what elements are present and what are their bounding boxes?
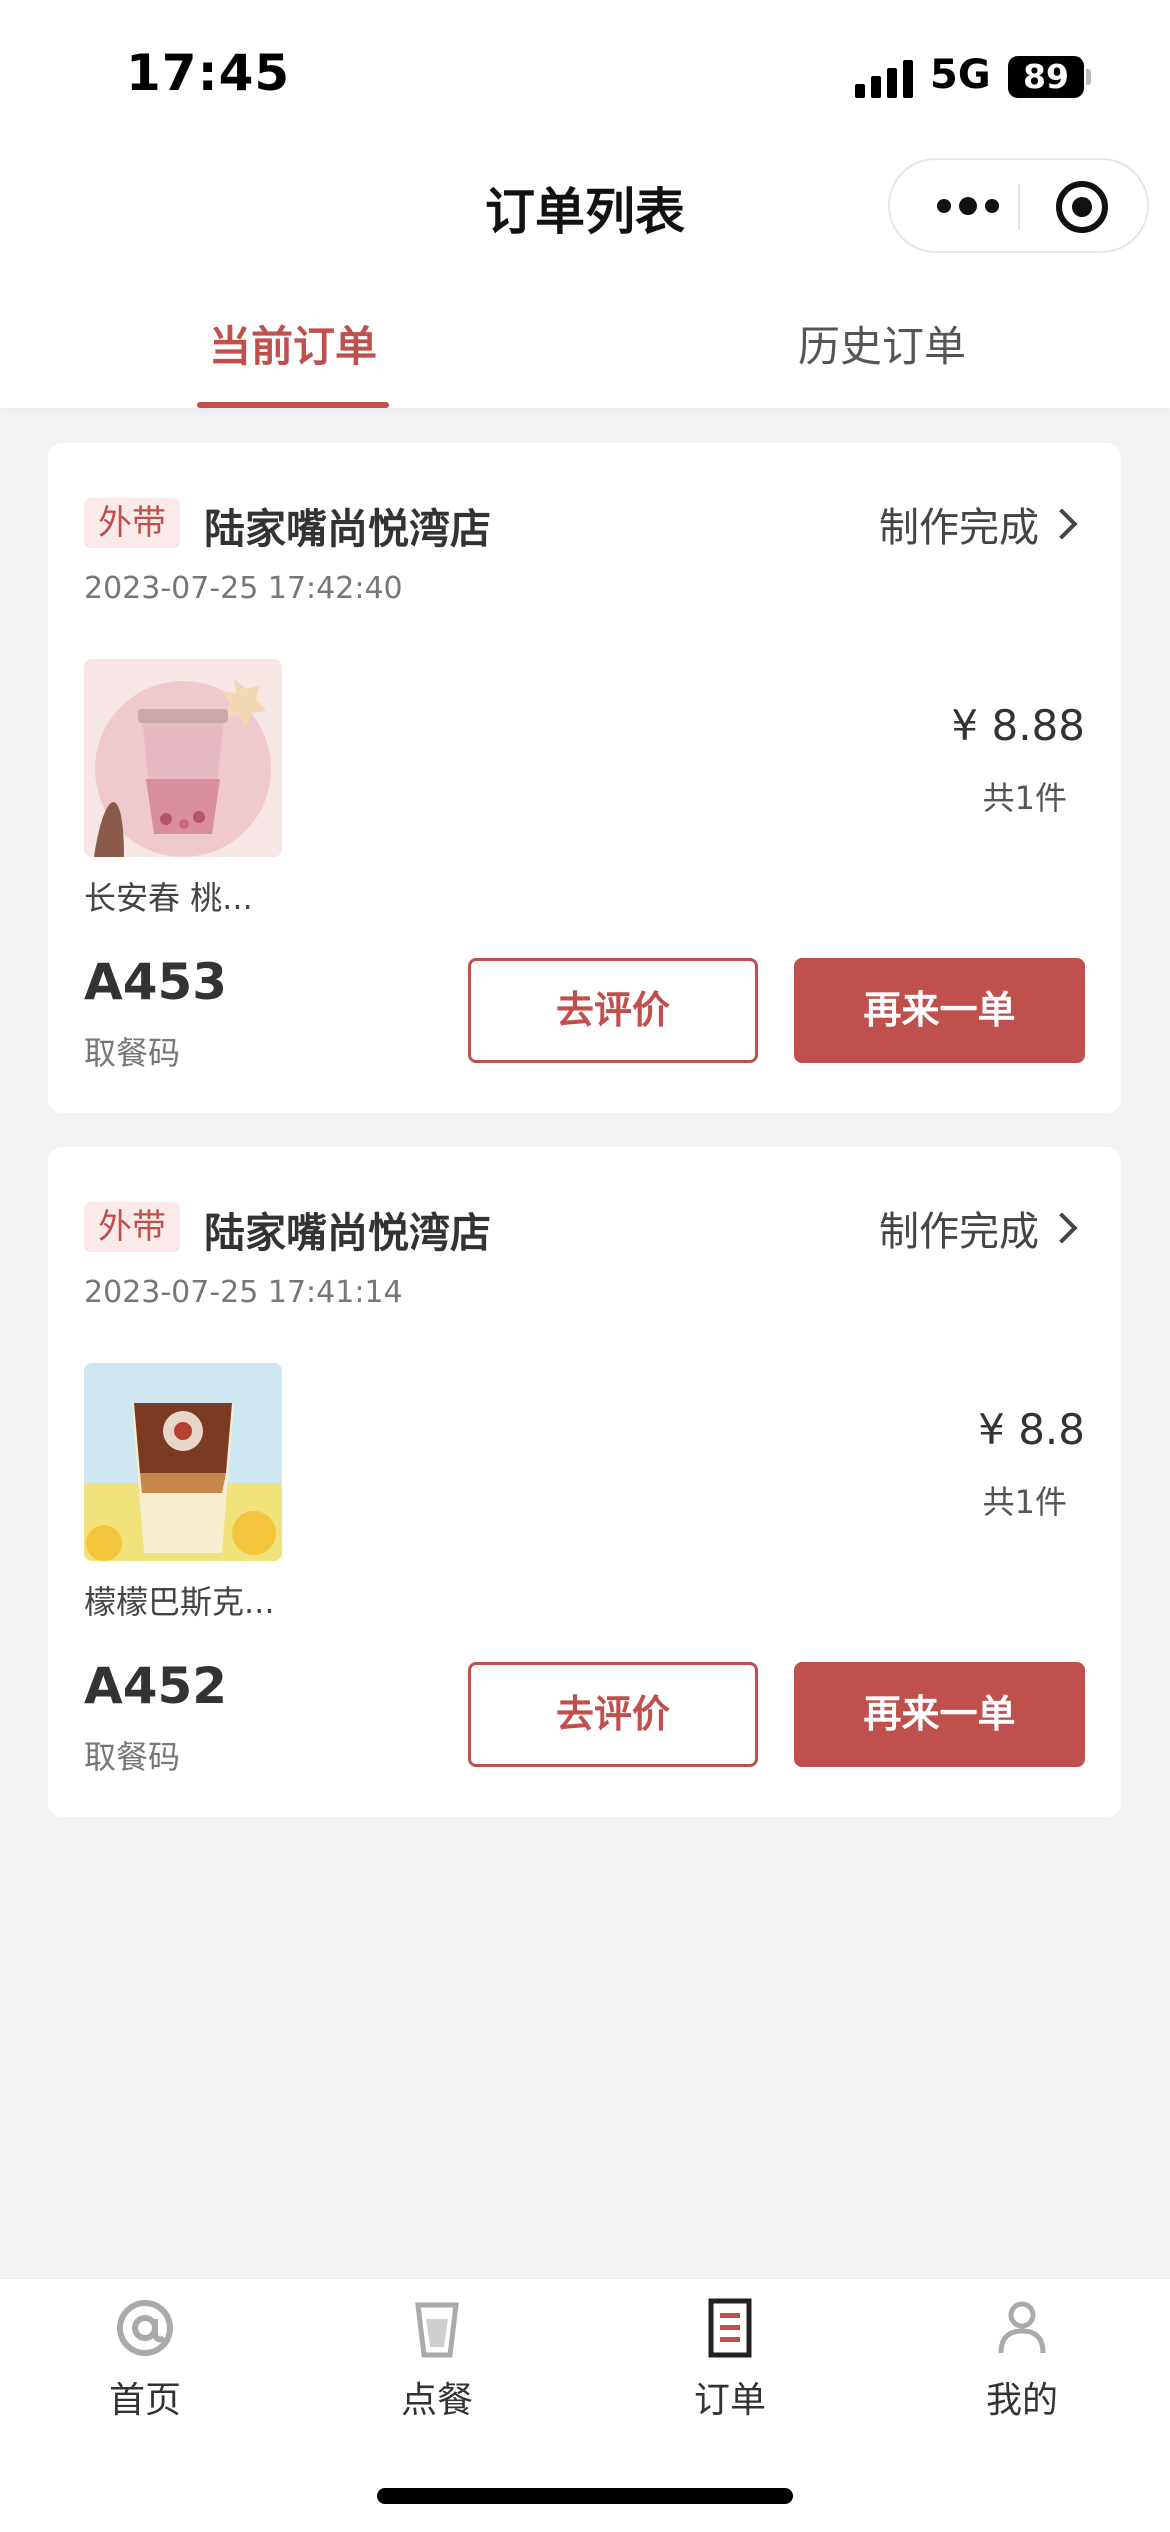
tabbar-item-profile[interactable]: 我的 <box>922 2297 1122 2423</box>
reorder-button[interactable]: 再来一单 <box>794 1662 1085 1767</box>
cup-icon <box>415 2302 459 2358</box>
tabbar-item-orders[interactable]: 订单 <box>630 2297 830 2423</box>
at-sign-icon <box>117 2300 173 2356</box>
nav-bar: 订单列表 <box>0 150 1170 265</box>
person-icon <box>998 2301 1046 2354</box>
pickup-code-label: 取餐码 <box>84 1738 181 1776</box>
order-time: 2023-07-25 17:42:40 <box>84 571 403 606</box>
tabbar-item-home[interactable]: 首页 <box>45 2297 245 2423</box>
review-button[interactable]: 去评价 <box>468 1662 758 1767</box>
tabbar-label: 订单 <box>693 2380 766 2421</box>
item-name: 檬檬巴斯克... <box>84 1583 275 1621</box>
close-target-icon[interactable] <box>1056 181 1108 233</box>
store-name: 陆家嘴尚悦湾店 <box>204 1209 491 1257</box>
product-image <box>84 659 282 857</box>
capsule-divider <box>1018 184 1020 230</box>
tabbar-label: 我的 <box>985 2380 1058 2421</box>
tab-history-orders[interactable]: 历史订单 <box>798 313 966 374</box>
battery-tip <box>1086 69 1091 85</box>
network-label: 5G <box>930 52 991 98</box>
tab-current-orders[interactable]: 当前订单 <box>209 313 377 374</box>
signal-icon <box>855 58 915 98</box>
order-tabs: 当前订单 历史订单 <box>0 265 1170 408</box>
tabbar-label: 点餐 <box>400 2380 473 2421</box>
status-bar: 17:45 5G 89 <box>0 0 1170 150</box>
order-time: 2023-07-25 17:41:14 <box>84 1275 403 1310</box>
product-image <box>84 1363 282 1561</box>
pickup-code: A453 <box>84 953 228 1011</box>
home-indicator <box>377 2488 793 2504</box>
order-status[interactable]: 制作完成 <box>879 495 1039 553</box>
chevron-right-icon[interactable] <box>1046 1212 1078 1244</box>
store-name: 陆家嘴尚悦湾店 <box>204 505 491 553</box>
active-tab-indicator <box>197 402 389 408</box>
mini-program-capsule <box>888 158 1149 253</box>
chevron-right-icon[interactable] <box>1046 508 1078 540</box>
item-name: 长安春 桃... <box>84 879 253 917</box>
takeout-badge: 外带 <box>84 1202 180 1252</box>
order-price: ¥ 8.8 <box>978 1405 1085 1454</box>
takeout-badge: 外带 <box>84 498 180 548</box>
tabbar-label: 首页 <box>108 2380 181 2421</box>
more-icon[interactable] <box>918 160 1018 251</box>
pickup-code: A452 <box>84 1657 228 1715</box>
tabbar-item-order-food[interactable]: 点餐 <box>337 2297 537 2423</box>
item-count: 共1件 <box>982 779 1067 817</box>
reorder-button[interactable]: 再来一单 <box>794 958 1085 1063</box>
order-status[interactable]: 制作完成 <box>879 1199 1039 1257</box>
status-time: 17:45 <box>126 44 291 102</box>
order-price: ¥ 8.88 <box>951 701 1085 750</box>
order-card[interactable]: 外带 陆家嘴尚悦湾店 制作完成 2023-07-25 17:42:40 长安春 … <box>48 443 1121 1113</box>
review-button[interactable]: 去评价 <box>468 958 758 1063</box>
receipt-icon <box>708 2298 752 2358</box>
order-card[interactable]: 外带 陆家嘴尚悦湾店 制作完成 2023-07-25 17:41:14 檬檬巴斯… <box>48 1147 1121 1817</box>
battery-icon: 89 <box>1008 56 1084 98</box>
item-count: 共1件 <box>982 1483 1067 1521</box>
pickup-code-label: 取餐码 <box>84 1034 181 1072</box>
